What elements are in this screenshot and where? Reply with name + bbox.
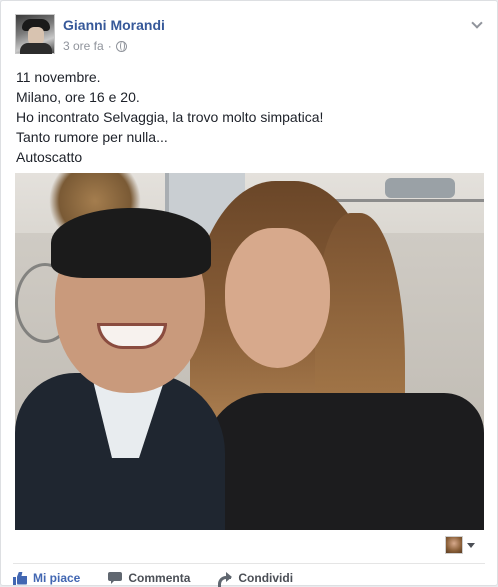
- photo-woman-body: [205, 393, 484, 530]
- post-line: Tanto rumore per nulla...: [16, 129, 168, 145]
- post-card: Gianni Morandi 3 ore fa · 11 novembre. M…: [0, 0, 498, 587]
- chevron-down-icon[interactable]: [471, 17, 483, 29]
- comment-icon: [108, 572, 123, 584]
- actions-divider: [13, 563, 485, 564]
- photo-man-hair: [51, 208, 211, 278]
- avatar-body: [20, 43, 52, 54]
- share-label: Condividi: [238, 571, 294, 585]
- post-actions: Mi piace Commenta Condividi: [13, 569, 321, 587]
- comment-button[interactable]: Commenta: [108, 571, 190, 585]
- post-line: Ho incontrato Selvaggia, la trovo molto …: [16, 109, 324, 125]
- meta-separator: ·: [107, 39, 112, 53]
- share-icon: [218, 572, 233, 587]
- post-line: Milano, ore 16 e 20.: [16, 89, 140, 105]
- post-text: 11 novembre. Milano, ore 16 e 20. Ho inc…: [16, 67, 486, 167]
- caret-down-icon[interactable]: [467, 543, 475, 548]
- like-label: Mi piace: [33, 571, 81, 585]
- post-line: Autoscatto: [16, 149, 83, 165]
- like-button[interactable]: Mi piace: [13, 571, 80, 585]
- post-photo[interactable]: [15, 173, 484, 530]
- like-icon: [13, 572, 27, 585]
- comment-label: Commenta: [128, 571, 191, 585]
- author-avatar[interactable]: [15, 14, 55, 54]
- globe-icon[interactable]: [115, 40, 127, 52]
- photo-car: [385, 178, 455, 198]
- post-meta: 3 ore fa ·: [63, 39, 127, 53]
- post-time[interactable]: 3 ore fa: [63, 39, 104, 53]
- author-name[interactable]: Gianni Morandi: [63, 17, 165, 33]
- photo-woman-face: [225, 228, 330, 368]
- share-button[interactable]: Condividi: [218, 571, 294, 587]
- reaction-user-avatar[interactable]: [445, 536, 463, 554]
- post-line: 11 novembre.: [16, 69, 101, 85]
